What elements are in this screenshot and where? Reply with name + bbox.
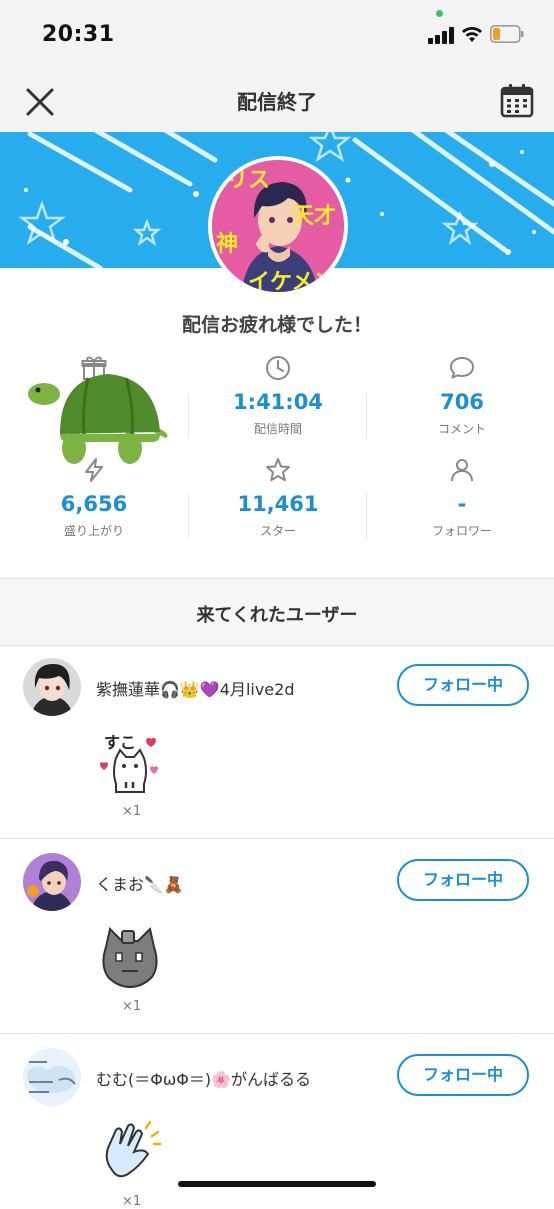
cellular-signal-icon [428,26,456,44]
thanks-message: 配信お疲れ様でした！ [181,314,372,336]
following-button[interactable]: フォロー中 [397,859,529,901]
stat-value-followers: - [457,492,467,516]
stat-label-excitement: 盛り上がり [63,524,124,538]
page-title: 配信終了 [237,90,317,114]
stat-followers: - フォロワー [370,456,554,539]
stat-divider [366,394,367,438]
stat-divider [188,394,189,438]
user-name: むむ(＝ΦωΦ＝)🌸がんばるる [96,1070,311,1089]
star-icon [266,458,290,482]
user-avatar[interactable] [23,658,81,716]
gift-count: ×1 [122,804,142,819]
streamer-avatar: リス 天才 神 イケメン [208,156,348,296]
user-avatar[interactable] [23,1048,81,1106]
user-row: 紫撫蓮華🎧👑💜4月live2d フォロー中 すこ ×1 [0,644,554,839]
section-title: 来てくれたユーザー [196,605,358,626]
camera-indicator-dot [436,10,443,17]
streamer-avatar-image: リス 天才 神 イケメン [212,160,344,292]
avatar-text-2: 天才 [292,204,337,229]
section-header: 来てくれたユーザー [0,578,554,646]
stat-comments: 706 コメント [370,354,554,437]
person-icon [451,459,473,482]
stat-label-stars: スター [259,524,296,538]
wifi-icon [462,27,482,42]
user-name: 紫撫蓮華🎧👑💜4月live2d [96,680,295,699]
clock-icon [266,356,290,380]
robot-cat-gift-icon [102,927,158,989]
gift-count: ×1 [122,1194,142,1209]
calendar-icon[interactable] [498,82,536,120]
home-indicator [178,1181,376,1187]
comment-bubble-icon [450,357,474,379]
stat-value-comments: 706 [440,390,484,414]
clapping-hands-gift-icon [105,1120,162,1178]
nav-bar: 配信終了 [0,70,554,132]
stat-value-duration: 1:41:04 [233,390,323,414]
avatar-text-4: イケメン [248,270,336,292]
stat-label-comments: コメント [437,422,486,436]
following-button[interactable]: フォロー中 [397,664,529,706]
stat-divider [366,494,367,538]
stat-stars: 11,461 スター [186,456,370,539]
stat-duration: 1:41:04 配信時間 [186,354,370,437]
stat-label-duration: 配信時間 [253,422,302,436]
stat-value-excitement: 6,656 [60,492,128,516]
user-avatar[interactable] [23,853,81,911]
gift-count: ×1 [122,999,142,1014]
turtle-emoji [28,374,168,464]
user-name: くまお🔪🧸 [96,875,184,894]
stat-label-followers: フォロワー [431,524,492,538]
following-button[interactable]: フォロー中 [397,1054,529,1096]
stat-divider [188,494,189,538]
stat-value-stars: 11,461 [237,492,319,516]
status-bar: 20:31 [0,0,554,70]
avatar-text-1: リス [226,168,271,193]
battery-icon [490,25,524,43]
avatar-text-3: 神 [216,232,239,257]
user-row: くまお🔪🧸 フォロー中 ×1 [0,839,554,1034]
status-time: 20:31 [42,22,115,47]
suko-cat-gift-icon: すこ [100,733,158,793]
user-row: むむ(＝ΦωΦ＝)🌸がんばるる フォロー中 ×1 [0,1034,554,1209]
